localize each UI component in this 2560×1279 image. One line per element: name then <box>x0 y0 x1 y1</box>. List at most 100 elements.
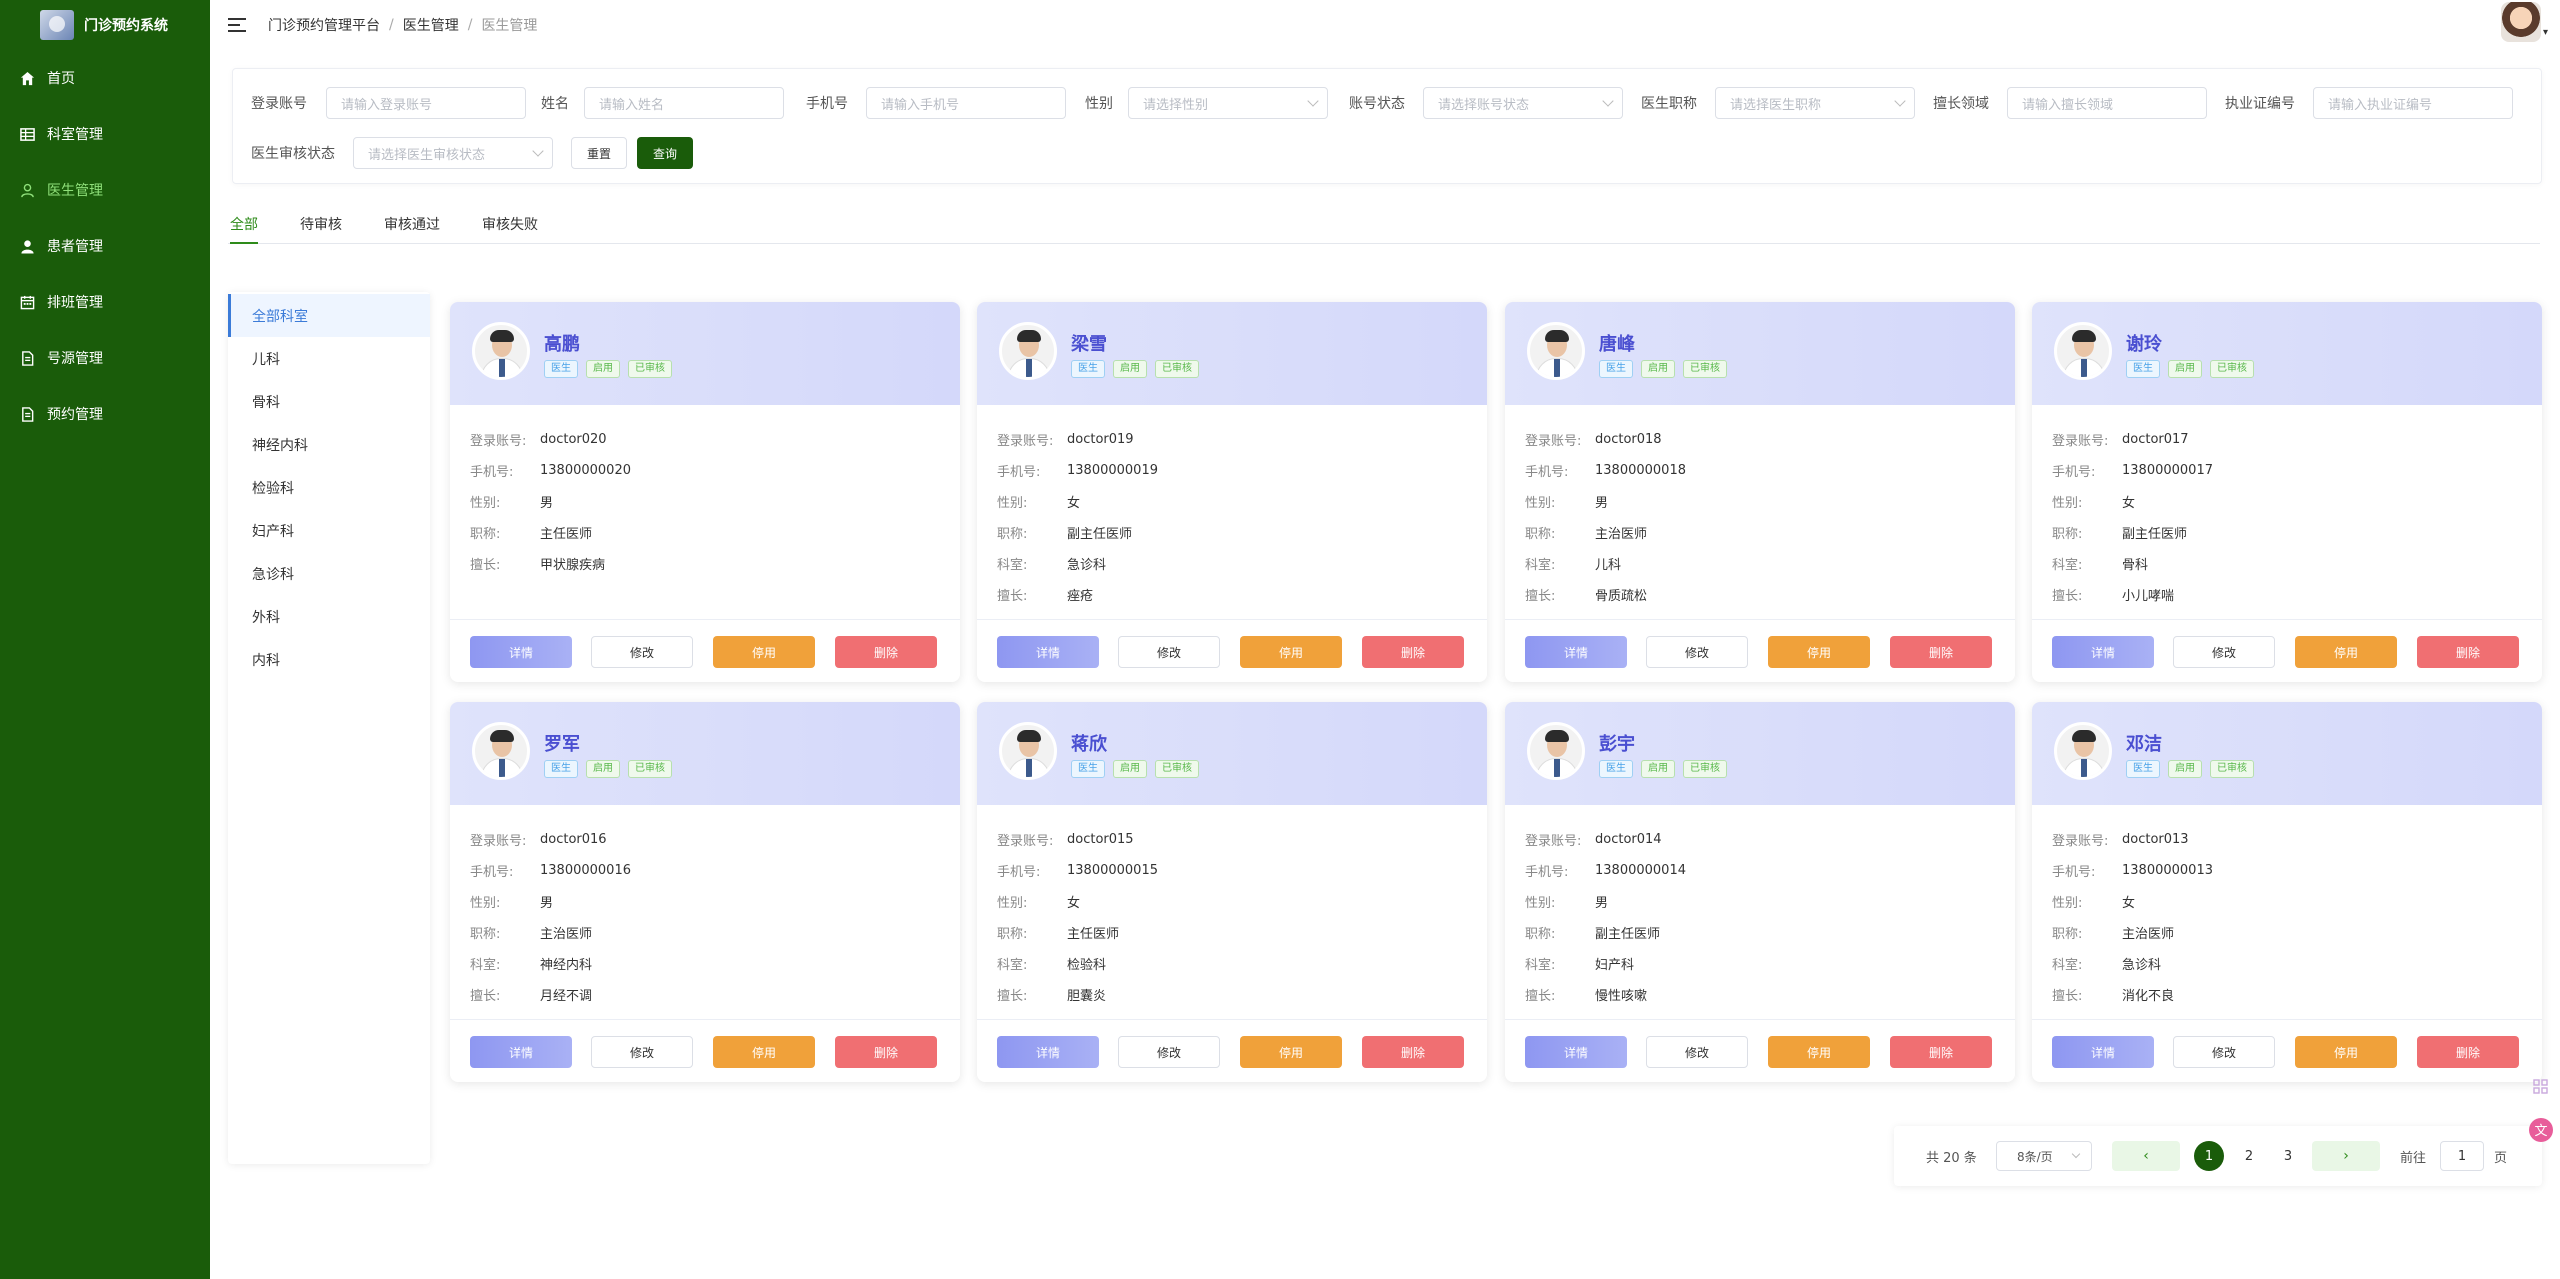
doctor-tags: 医生 启用 已审核 <box>1599 360 1727 378</box>
page-number[interactable]: 1 <box>2194 1141 2224 1171</box>
edit-button[interactable]: 修改 <box>1118 636 1220 668</box>
reset-button[interactable]: 重置 <box>571 137 627 169</box>
dept-item-pediatrics[interactable]: 儿科 <box>228 337 430 380</box>
disable-button[interactable]: 停用 <box>1768 636 1870 668</box>
query-button[interactable]: 查询 <box>637 137 693 169</box>
dept-item-all[interactable]: 全部科室 <box>228 294 430 337</box>
edit-button[interactable]: 修改 <box>1646 636 1748 668</box>
doctor-title-select[interactable]: 请选择医生职称 <box>1715 87 1915 119</box>
detail-button[interactable]: 详情 <box>2052 1036 2154 1068</box>
edit-button[interactable]: 修改 <box>1646 1036 1748 1068</box>
disable-button[interactable]: 停用 <box>2295 636 2397 668</box>
delete-button[interactable]: 删除 <box>1362 636 1464 668</box>
tab-approved[interactable]: 审核通过 <box>384 206 440 244</box>
disable-button[interactable]: 停用 <box>713 636 815 668</box>
tab-pending[interactable]: 待审核 <box>300 206 342 244</box>
info-row-title: 职称: 副主任医师 <box>997 517 1158 548</box>
disable-button[interactable]: 停用 <box>713 1036 815 1068</box>
chevron-down-icon[interactable]: ▾ <box>2543 27 2548 38</box>
goto-page-input[interactable]: 1 <box>2440 1141 2484 1171</box>
edit-button[interactable]: 修改 <box>1118 1036 1220 1068</box>
delete-button[interactable]: 删除 <box>835 636 937 668</box>
field-label: 医生审核状态 <box>251 146 335 162</box>
grid-icon <box>19 126 35 142</box>
delete-button[interactable]: 删除 <box>1362 1036 1464 1068</box>
dept-item-internal[interactable]: 内科 <box>228 638 430 681</box>
edit-button[interactable]: 修改 <box>2173 636 2275 668</box>
translate-icon[interactable]: 文 <box>2528 1117 2554 1143</box>
menu-toggle-icon[interactable] <box>228 18 246 32</box>
next-page-button[interactable]: › <box>2312 1141 2380 1171</box>
edit-button[interactable]: 修改 <box>2173 1036 2275 1068</box>
dept-item-surgery[interactable]: 外科 <box>228 595 430 638</box>
disable-button[interactable]: 停用 <box>1240 636 1342 668</box>
tab-all[interactable]: 全部 <box>230 206 258 244</box>
info-value: 急诊科 <box>1067 558 1107 573</box>
detail-button[interactable]: 详情 <box>470 636 572 668</box>
detail-button[interactable]: 详情 <box>997 636 1099 668</box>
status-badge: 启用 <box>2168 360 2202 378</box>
page-number[interactable]: 3 <box>2273 1141 2303 1171</box>
dept-item-obstetrics[interactable]: 妇产科 <box>228 509 430 552</box>
sidebar-item-2[interactable]: 医生管理 <box>0 162 210 218</box>
edit-button[interactable]: 修改 <box>591 636 693 668</box>
account-status-select[interactable]: 请选择账号状态 <box>1423 87 1623 119</box>
grid-tool-icon[interactable] <box>2532 1078 2550 1096</box>
info-row-specialty: 擅长: 胆囊炎 <box>997 979 1158 1010</box>
info-value: 妇产科 <box>1595 958 1635 973</box>
detail-button[interactable]: 详情 <box>997 1036 1099 1068</box>
info-value: 男 <box>540 896 554 911</box>
doctor-photo <box>999 722 1057 780</box>
review-status-select[interactable]: 请选择医生审核状态 <box>353 137 553 169</box>
info-row-account: 登录账号: doctor015 <box>997 824 1158 855</box>
edit-button[interactable]: 修改 <box>591 1036 693 1068</box>
sidebar-item-5[interactable]: 号源管理 <box>0 330 210 386</box>
doctor-card: 唐峰 医生 启用 已审核 登录账号: doctor018 手机号: 13800000018 性别… <box>1505 302 2015 682</box>
info-label: 擅长: <box>1525 589 1556 604</box>
sidebar-item-3[interactable]: 患者管理 <box>0 218 210 274</box>
disable-button[interactable]: 停用 <box>1768 1036 1870 1068</box>
info-value: doctor016 <box>540 832 607 847</box>
phone-input[interactable]: 请输入手机号 <box>866 87 1066 119</box>
gender-select[interactable]: 请选择性别 <box>1128 87 1328 119</box>
info-row-specialty: 擅长: 月经不调 <box>470 979 631 1010</box>
name-input[interactable]: 请输入姓名 <box>584 87 784 119</box>
avatar[interactable] <box>2500 2 2541 42</box>
detail-button[interactable]: 详情 <box>470 1036 572 1068</box>
account-input[interactable]: 请输入登录账号 <box>326 87 526 119</box>
info-row-specialty: 擅长: 痤疮 <box>997 579 1158 610</box>
sidebar-item-4[interactable]: 排班管理 <box>0 274 210 330</box>
sidebar-item-6[interactable]: 预约管理 <box>0 386 210 442</box>
detail-button[interactable]: 详情 <box>1525 636 1627 668</box>
dept-item-emergency[interactable]: 急诊科 <box>228 552 430 595</box>
dept-item-orthopedics[interactable]: 骨科 <box>228 380 430 423</box>
sidebar-item-1[interactable]: 科室管理 <box>0 106 210 162</box>
info-label: 手机号: <box>470 865 514 880</box>
delete-button[interactable]: 删除 <box>1890 1036 1992 1068</box>
delete-button[interactable]: 删除 <box>2417 1036 2519 1068</box>
breadcrumb-item-doctor[interactable]: 医生管理 <box>403 15 459 35</box>
info-row-phone: 手机号: 13800000017 <box>2052 455 2213 486</box>
user-menu[interactable]: ▾ <box>2500 2 2548 42</box>
delete-button[interactable]: 删除 <box>835 1036 937 1068</box>
user-icon <box>19 182 35 198</box>
dept-item-laboratory[interactable]: 检验科 <box>228 466 430 509</box>
prev-page-button[interactable]: ‹ <box>2112 1141 2180 1171</box>
dept-item-neurology[interactable]: 神经内科 <box>228 423 430 466</box>
license-input[interactable]: 请输入执业证编号 <box>2313 87 2513 119</box>
tab-failed[interactable]: 审核失败 <box>482 206 538 244</box>
disable-button[interactable]: 停用 <box>2295 1036 2397 1068</box>
breadcrumb-item-platform[interactable]: 门诊预约管理平台 <box>268 15 380 35</box>
delete-button[interactable]: 删除 <box>1890 636 1992 668</box>
sidebar-item-0[interactable]: 首页 <box>0 50 210 106</box>
delete-button[interactable]: 删除 <box>2417 636 2519 668</box>
page-suffix: 页 <box>2494 1150 2508 1166</box>
page-number[interactable]: 2 <box>2234 1141 2264 1171</box>
page-size-select[interactable]: 8条/页 <box>1996 1141 2092 1171</box>
specialty-input[interactable]: 请输入擅长领域 <box>2007 87 2207 119</box>
disable-button[interactable]: 停用 <box>1240 1036 1342 1068</box>
info-label: 科室: <box>1525 558 1556 573</box>
doctor-info: 登录账号: doctor019 手机号: 13800000019 性别: 女职称: 副主任医… <box>997 424 1158 610</box>
detail-button[interactable]: 详情 <box>2052 636 2154 668</box>
detail-button[interactable]: 详情 <box>1525 1036 1627 1068</box>
